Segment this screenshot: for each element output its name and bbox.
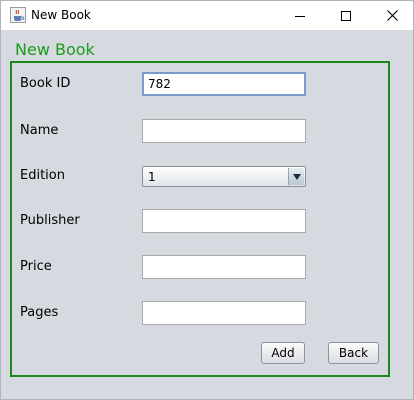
add-button[interactable]: Add <box>261 342 305 364</box>
edition-selected-value: 1 <box>148 170 156 184</box>
publisher-field[interactable] <box>142 209 306 233</box>
publisher-label: Publisher <box>20 213 80 228</box>
pages-field[interactable] <box>142 301 306 325</box>
maximize-icon <box>341 6 351 25</box>
close-icon <box>386 6 398 25</box>
name-label: Name <box>20 123 59 138</box>
chevron-down-icon[interactable] <box>288 168 304 185</box>
title-bar[interactable]: New Book <box>1 1 413 30</box>
minimize-button[interactable] <box>277 1 323 30</box>
panel-title: New Book <box>15 40 95 59</box>
java-coffee-cup-icon <box>10 7 26 23</box>
price-label: Price <box>20 259 52 274</box>
new-book-window: New Book New Book Book ID 782 Name Editi… <box>0 0 414 400</box>
maximize-button[interactable] <box>323 1 369 30</box>
price-field[interactable] <box>142 255 306 279</box>
window-title: New Book <box>31 8 91 22</box>
minimize-icon <box>295 6 305 25</box>
name-field[interactable] <box>142 119 306 143</box>
book-id-field[interactable]: 782 <box>142 72 306 96</box>
pages-label: Pages <box>20 305 59 320</box>
edition-combobox[interactable]: 1 <box>142 166 306 187</box>
back-button[interactable]: Back <box>328 342 379 364</box>
edition-label: Edition <box>20 168 65 183</box>
close-button[interactable] <box>369 1 414 30</box>
book-id-label: Book ID <box>20 76 71 91</box>
